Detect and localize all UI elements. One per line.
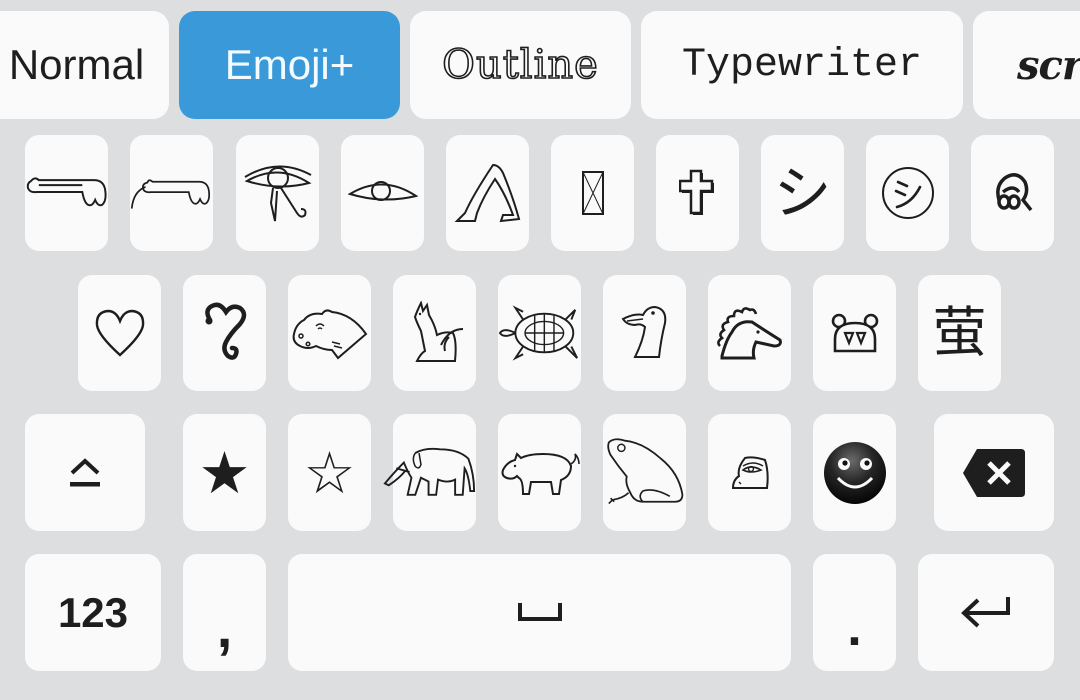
cat-icon [413, 301, 463, 362]
cjk-character-icon: 萤 [932, 301, 987, 364]
tab-normal-label: Normal [8, 41, 145, 88]
key-latin-cross[interactable] [656, 135, 739, 251]
pointing-hand-icon [26, 177, 107, 207]
key-crossed-box[interactable] [551, 135, 634, 251]
tab-script[interactable]: scr [973, 11, 1080, 119]
tab-typewriter[interactable]: Typewriter [641, 11, 963, 119]
eye-of-horus-icon [243, 165, 311, 222]
tab-emoji-plus[interactable]: Emoji+ [179, 11, 400, 119]
horse-head-icon [716, 307, 782, 360]
hippo-icon [292, 309, 367, 360]
key-hippo[interactable] [288, 275, 371, 391]
frog-icon [607, 437, 684, 504]
key-animal-face[interactable] [813, 275, 896, 391]
heart-icon [95, 309, 144, 357]
legs-icon [454, 163, 520, 223]
backspace-icon [963, 448, 1025, 497]
key-turtle[interactable] [498, 275, 581, 391]
period-key-label: . [847, 598, 862, 657]
key-pointing-hand-arm[interactable] [130, 135, 213, 251]
eye-icon [347, 181, 418, 201]
key-horse-head[interactable] [708, 275, 791, 391]
backspace-key[interactable] [934, 414, 1054, 531]
black-star-icon: ★ [198, 438, 251, 507]
key-katakana-shi[interactable]: シ [761, 135, 844, 251]
face-profile-icon [731, 455, 769, 489]
bird-head-icon [621, 305, 666, 358]
comma-key-label: , [216, 596, 233, 659]
key-pointing-hand[interactable] [25, 135, 108, 251]
pointing-hand-arm-icon [130, 179, 211, 209]
animal-face-icon [831, 313, 878, 353]
key-legs[interactable] [446, 135, 529, 251]
space-key[interactable] [288, 554, 791, 671]
latin-cross-icon [678, 169, 714, 215]
crossed-box-icon [581, 171, 604, 215]
snake-icon [204, 302, 246, 360]
turtle-icon [498, 305, 579, 361]
key-frog[interactable] [603, 414, 686, 531]
tab-normal[interactable]: Normal [0, 11, 169, 119]
key-face-profile[interactable] [708, 414, 791, 531]
tab-emoji-plus-label: Emoji+ [224, 41, 355, 88]
tab-outline[interactable]: Outline [410, 11, 631, 119]
space-icon [517, 602, 562, 621]
katakana-shi-icon: シ [773, 159, 832, 227]
key-smiley[interactable] [813, 414, 896, 531]
numbers-key[interactable]: 123 [25, 554, 161, 671]
numbers-key-label: 123 [57, 588, 129, 636]
tab-script-label: scr [1017, 41, 1080, 89]
smiley-icon [823, 441, 886, 504]
shift-icon [70, 457, 100, 486]
key-circled-shi[interactable] [866, 135, 949, 251]
key-cat[interactable] [393, 275, 476, 391]
key-snake[interactable] [183, 275, 266, 391]
shift-key[interactable] [25, 414, 145, 531]
key-malayalam[interactable] [971, 135, 1054, 251]
elephant-icon [383, 447, 476, 496]
key-eye-of-horus[interactable] [236, 135, 319, 251]
key-eye[interactable] [341, 135, 424, 251]
enter-key[interactable] [918, 554, 1054, 671]
tab-typewriter-label: Typewriter [681, 42, 923, 88]
key-white-star[interactable]: ☆ [288, 414, 371, 531]
key-heart[interactable] [78, 275, 161, 391]
comma-key[interactable]: , [183, 554, 266, 671]
tab-outline-label: Outline [441, 41, 599, 89]
circled-shi-icon [881, 167, 934, 219]
malayalam-letter-icon [995, 173, 1032, 212]
enter-icon [961, 596, 1010, 627]
key-bird-head[interactable] [603, 275, 686, 391]
white-star-icon: ☆ [303, 438, 356, 507]
key-elephant[interactable] [383, 414, 476, 531]
key-black-star[interactable]: ★ [183, 414, 266, 531]
period-key[interactable]: . [813, 554, 896, 671]
key-pig[interactable] [498, 414, 581, 531]
key-cjk[interactable]: 萤 [918, 275, 1001, 391]
pig-icon [501, 451, 580, 495]
